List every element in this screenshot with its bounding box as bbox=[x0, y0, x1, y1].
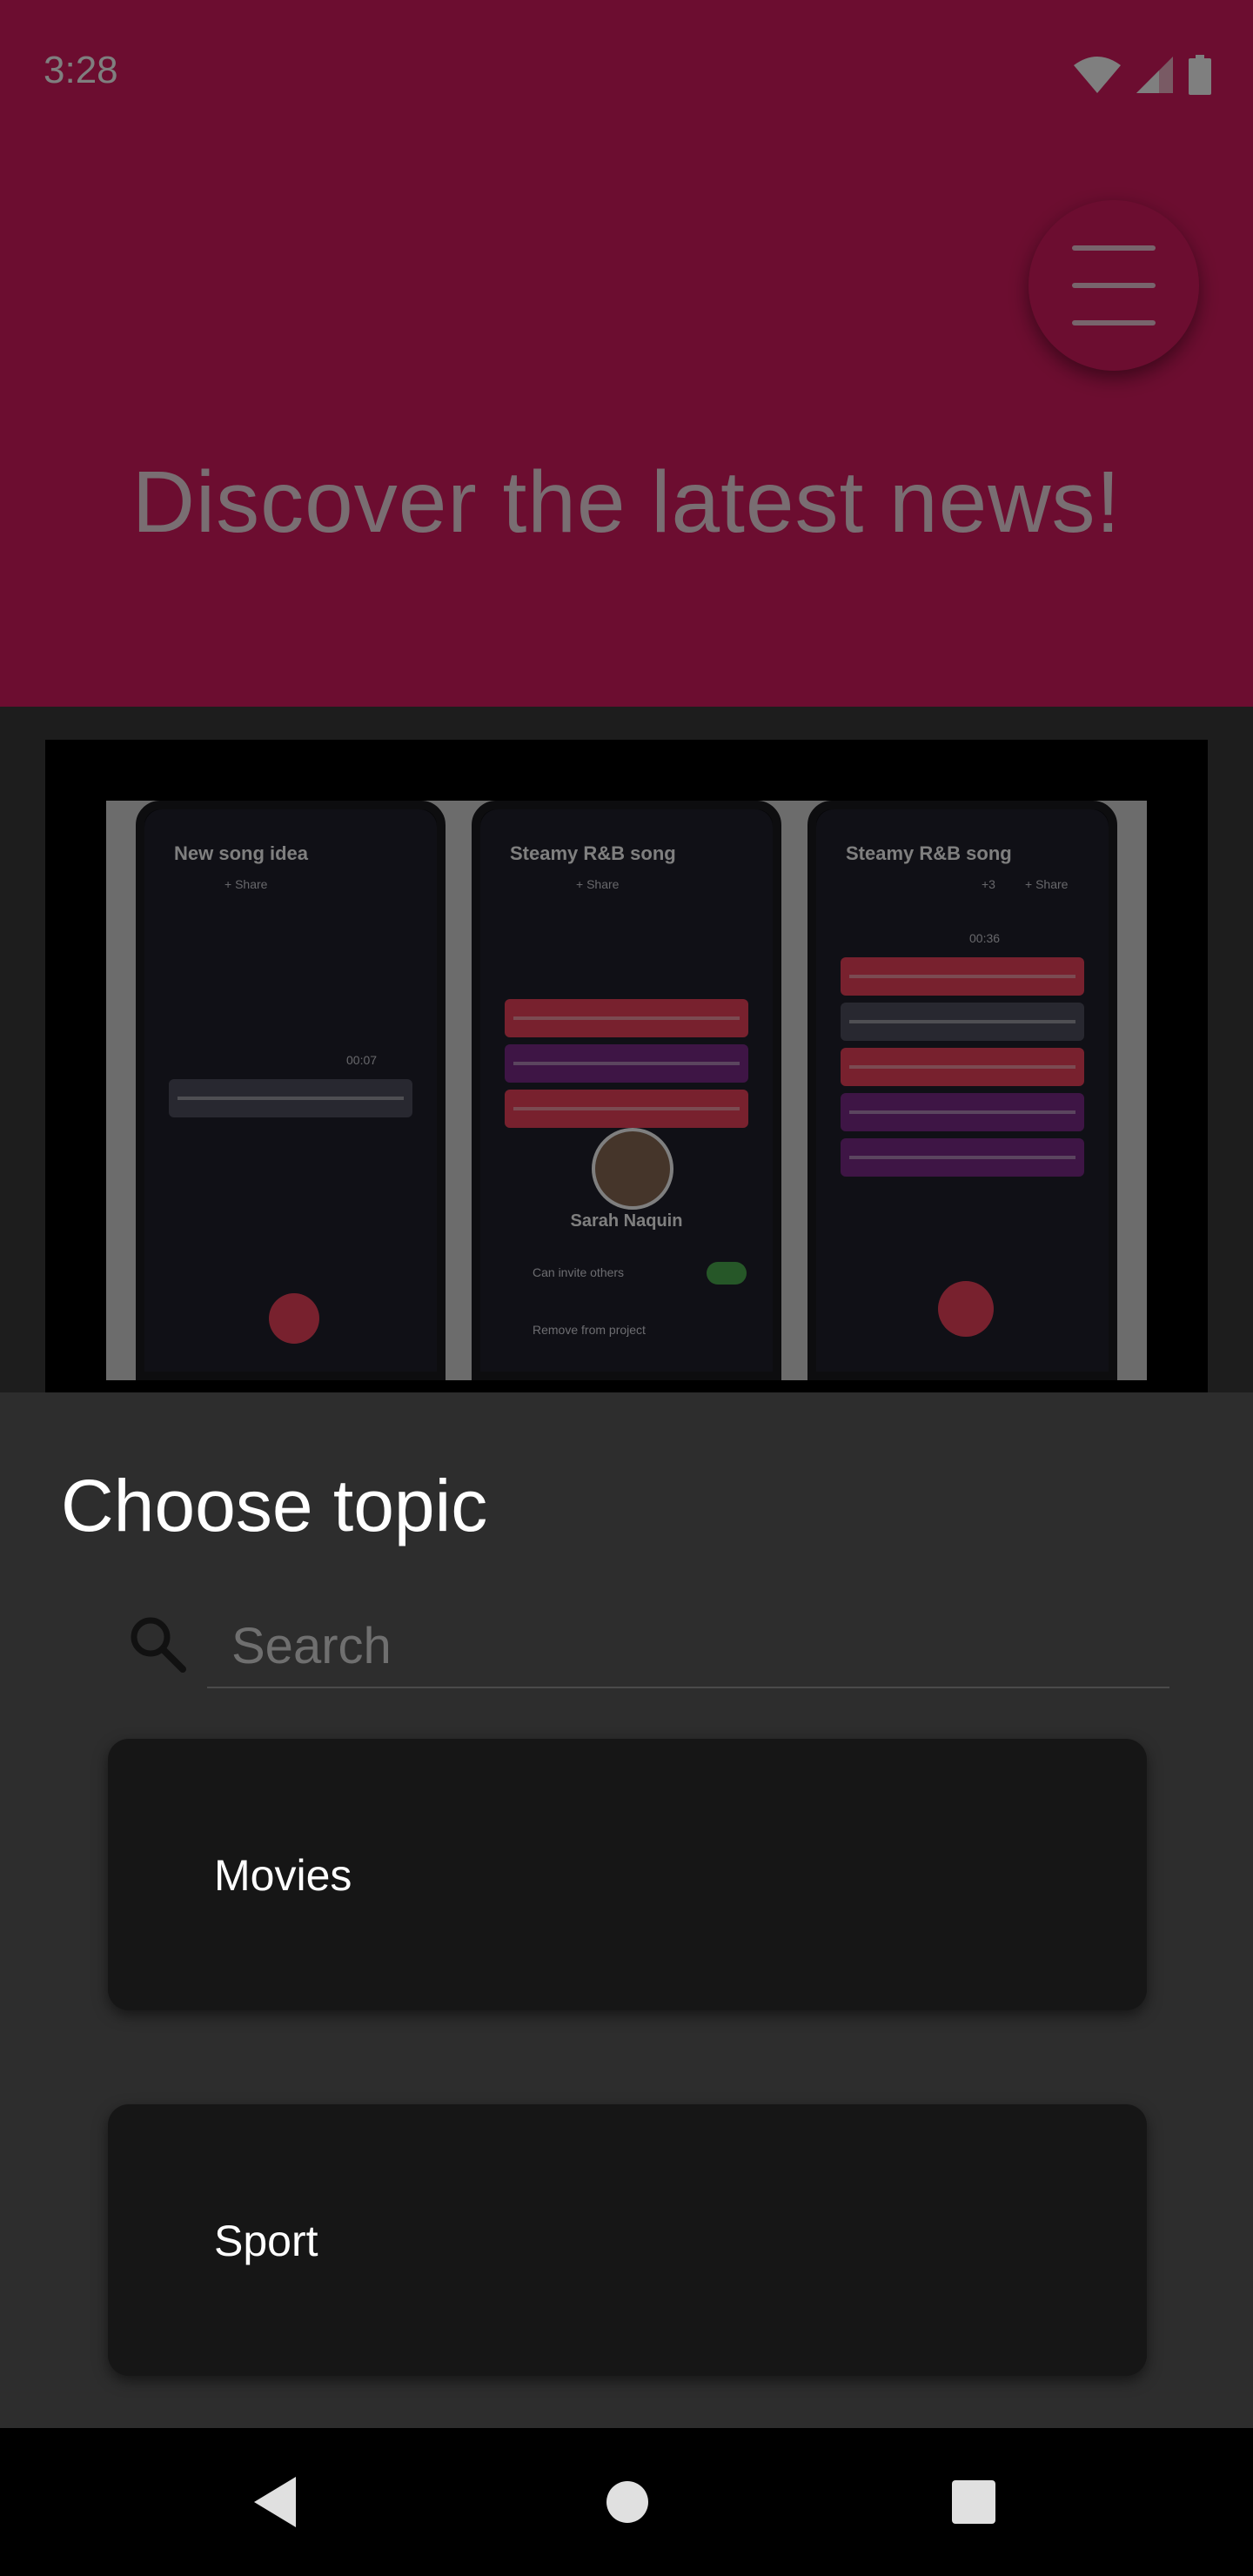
back-icon[interactable] bbox=[238, 2463, 317, 2541]
topic-card-movies[interactable]: Movies bbox=[108, 1739, 1147, 2010]
system-navigation-bar bbox=[0, 2428, 1253, 2576]
topic-label: Sport bbox=[214, 2217, 318, 2265]
sheet-title: Choose topic bbox=[61, 1465, 488, 1546]
recents-icon[interactable] bbox=[935, 2463, 1013, 2541]
search-icon bbox=[131, 1617, 186, 1673]
search-input[interactable] bbox=[207, 1605, 1169, 1688]
topic-card-sport[interactable]: Sport bbox=[108, 2104, 1147, 2376]
home-icon[interactable] bbox=[588, 2463, 667, 2541]
topic-bottom-sheet: Choose topic Movies Sport bbox=[0, 1392, 1253, 2428]
topic-label: Movies bbox=[214, 1851, 352, 1900]
